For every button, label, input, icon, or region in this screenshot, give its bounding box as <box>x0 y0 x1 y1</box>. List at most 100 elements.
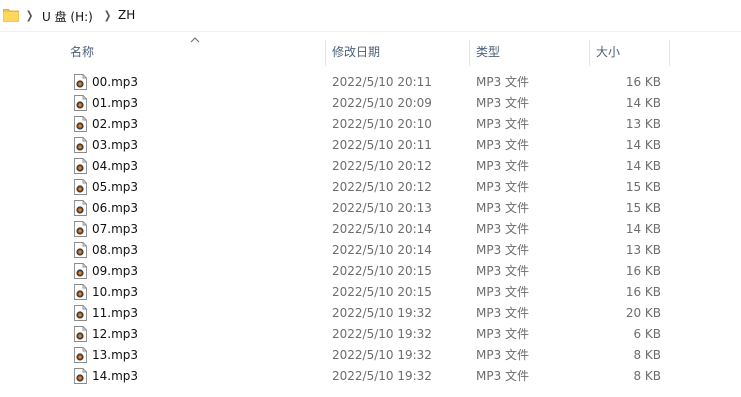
file-size: 13 KB <box>625 243 661 257</box>
column-resize-handle[interactable] <box>589 40 590 66</box>
mp3-file-icon <box>74 242 87 258</box>
file-modified-date: 2022/5/10 20:13 <box>332 201 432 215</box>
file-type: MP3 文件 <box>476 243 530 257</box>
file-row[interactable]: 00.mp3 2022/5/10 20:11 MP3 文件 16 KB <box>0 72 741 93</box>
mp3-file-icon <box>74 326 87 342</box>
column-header-date[interactable]: 修改日期 <box>332 38 380 66</box>
file-size: 14 KB <box>625 138 661 152</box>
sort-ascending-icon <box>190 37 200 43</box>
column-header-type[interactable]: 类型 <box>476 38 500 66</box>
file-modified-date: 2022/5/10 20:15 <box>332 285 432 299</box>
file-name: 05.mp3 <box>92 180 139 194</box>
file-row[interactable]: 09.mp3 2022/5/10 20:15 MP3 文件 16 KB <box>0 261 741 282</box>
file-row[interactable]: 13.mp3 2022/5/10 19:32 MP3 文件 8 KB <box>0 345 741 366</box>
file-name: 12.mp3 <box>92 327 139 341</box>
file-type: MP3 文件 <box>476 180 530 194</box>
mp3-file-icon <box>74 116 87 132</box>
mp3-file-icon <box>74 221 87 237</box>
breadcrumb-drive[interactable]: U 盘 (H:) <box>42 8 93 25</box>
file-row[interactable]: 11.mp3 2022/5/10 19:32 MP3 文件 20 KB <box>0 303 741 324</box>
file-modified-date: 2022/5/10 20:14 <box>332 243 432 257</box>
file-size: 14 KB <box>625 222 661 236</box>
file-row[interactable]: 07.mp3 2022/5/10 20:14 MP3 文件 14 KB <box>0 219 741 240</box>
file-name: 02.mp3 <box>92 117 139 131</box>
breadcrumb-folder[interactable]: ZH <box>118 8 135 22</box>
mp3-file-icon <box>74 284 87 300</box>
file-type: MP3 文件 <box>476 327 530 341</box>
file-row[interactable]: 14.mp3 2022/5/10 19:32 MP3 文件 8 KB <box>0 366 741 387</box>
column-resize-handle[interactable] <box>469 40 470 66</box>
file-type: MP3 文件 <box>476 159 530 173</box>
file-size: 20 KB <box>625 306 661 320</box>
column-header-name[interactable]: 名称 <box>70 38 94 66</box>
file-name: 09.mp3 <box>92 264 139 278</box>
column-resize-handle[interactable] <box>669 40 670 66</box>
file-modified-date: 2022/5/10 19:32 <box>332 348 432 362</box>
file-name: 04.mp3 <box>92 159 139 173</box>
file-type: MP3 文件 <box>476 306 530 320</box>
file-name: 13.mp3 <box>92 348 139 362</box>
file-name: 10.mp3 <box>92 285 139 299</box>
folder-icon <box>3 9 19 22</box>
chevron-right-icon[interactable]: ❯ <box>26 9 33 22</box>
file-row[interactable]: 03.mp3 2022/5/10 20:11 MP3 文件 14 KB <box>0 135 741 156</box>
file-modified-date: 2022/5/10 19:32 <box>332 369 432 383</box>
file-modified-date: 2022/5/10 20:14 <box>332 222 432 236</box>
file-size: 14 KB <box>625 96 661 110</box>
file-modified-date: 2022/5/10 20:15 <box>332 264 432 278</box>
file-type: MP3 文件 <box>476 264 530 278</box>
file-modified-date: 2022/5/10 20:12 <box>332 159 432 173</box>
file-size: 16 KB <box>625 264 661 278</box>
file-modified-date: 2022/5/10 20:12 <box>332 180 432 194</box>
file-row[interactable]: 12.mp3 2022/5/10 19:32 MP3 文件 6 KB <box>0 324 741 345</box>
file-row[interactable]: 02.mp3 2022/5/10 20:10 MP3 文件 13 KB <box>0 114 741 135</box>
file-row[interactable]: 06.mp3 2022/5/10 20:13 MP3 文件 15 KB <box>0 198 741 219</box>
mp3-file-icon <box>74 179 87 195</box>
mp3-file-icon <box>74 95 87 111</box>
mp3-file-icon <box>74 305 87 321</box>
mp3-file-icon <box>74 263 87 279</box>
file-modified-date: 2022/5/10 20:11 <box>332 138 432 152</box>
file-type: MP3 文件 <box>476 348 530 362</box>
file-name: 01.mp3 <box>92 96 139 110</box>
file-name: 11.mp3 <box>92 306 139 320</box>
file-type: MP3 文件 <box>476 201 530 215</box>
file-type: MP3 文件 <box>476 369 530 383</box>
mp3-file-icon <box>74 74 87 90</box>
mp3-file-icon <box>74 368 87 384</box>
file-size: 16 KB <box>625 285 661 299</box>
address-bar[interactable]: ❯ U 盘 (H:) ❯ ZH <box>0 0 741 32</box>
file-size: 6 KB <box>633 327 661 341</box>
file-row[interactable]: 10.mp3 2022/5/10 20:15 MP3 文件 16 KB <box>0 282 741 303</box>
column-header-size[interactable]: 大小 <box>596 38 620 66</box>
file-row[interactable]: 01.mp3 2022/5/10 20:09 MP3 文件 14 KB <box>0 93 741 114</box>
file-size: 13 KB <box>625 117 661 131</box>
column-headers: 名称 修改日期 类型 大小 <box>0 37 741 66</box>
file-modified-date: 2022/5/10 20:11 <box>332 75 432 89</box>
file-name: 08.mp3 <box>92 243 139 257</box>
file-type: MP3 文件 <box>476 138 530 152</box>
file-name: 00.mp3 <box>92 75 139 89</box>
file-type: MP3 文件 <box>476 285 530 299</box>
file-modified-date: 2022/5/10 19:32 <box>332 327 432 341</box>
mp3-file-icon <box>74 347 87 363</box>
file-type: MP3 文件 <box>476 96 530 110</box>
file-name: 06.mp3 <box>92 201 139 215</box>
file-size: 16 KB <box>625 75 661 89</box>
file-name: 07.mp3 <box>92 222 139 236</box>
chevron-right-icon[interactable]: ❯ <box>104 9 111 22</box>
column-resize-handle[interactable] <box>325 40 326 66</box>
file-list: 00.mp3 2022/5/10 20:11 MP3 文件 16 KB 01.m… <box>0 72 741 387</box>
file-type: MP3 文件 <box>476 222 530 236</box>
file-row[interactable]: 04.mp3 2022/5/10 20:12 MP3 文件 14 KB <box>0 156 741 177</box>
file-modified-date: 2022/5/10 20:09 <box>332 96 432 110</box>
file-size: 15 KB <box>625 201 661 215</box>
file-modified-date: 2022/5/10 19:32 <box>332 306 432 320</box>
mp3-file-icon <box>74 200 87 216</box>
mp3-file-icon <box>74 158 87 174</box>
file-row[interactable]: 08.mp3 2022/5/10 20:14 MP3 文件 13 KB <box>0 240 741 261</box>
file-size: 8 KB <box>633 348 661 362</box>
file-type: MP3 文件 <box>476 117 530 131</box>
mp3-file-icon <box>74 137 87 153</box>
file-row[interactable]: 05.mp3 2022/5/10 20:12 MP3 文件 15 KB <box>0 177 741 198</box>
